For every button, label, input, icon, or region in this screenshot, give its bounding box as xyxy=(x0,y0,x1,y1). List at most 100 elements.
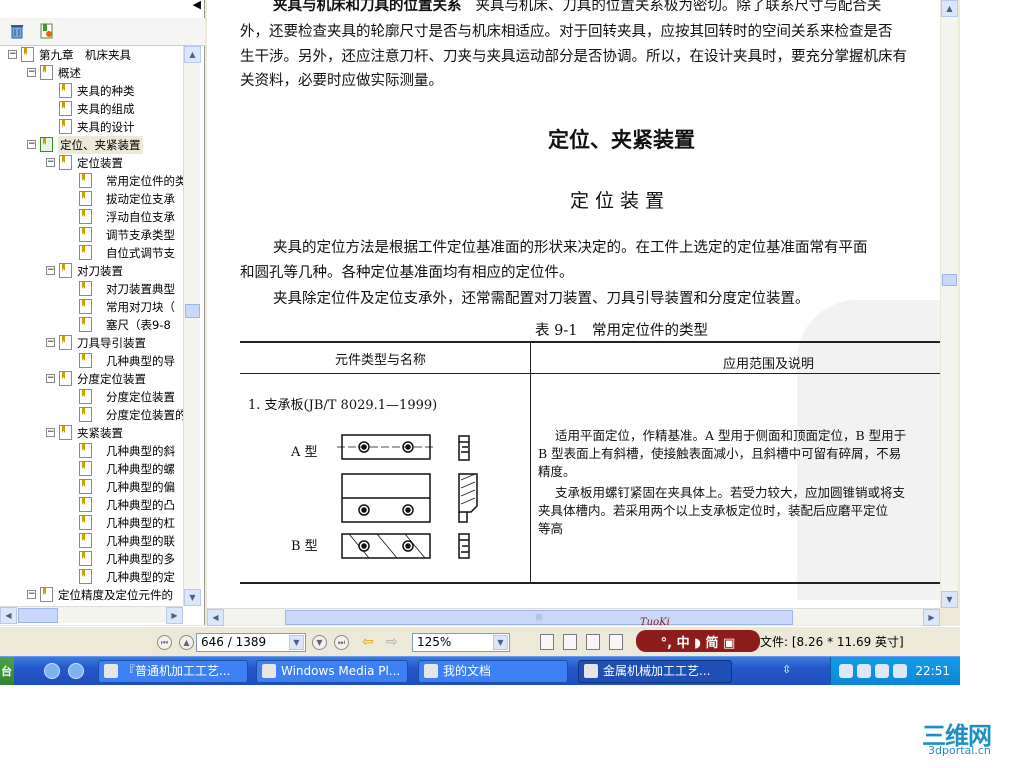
taskbar-button[interactable]: 我的文档 xyxy=(418,660,568,683)
document-vertical-scrollbar[interactable]: ▲ ▼ xyxy=(941,0,958,608)
bookmark-item[interactable]: − 夹紧装置 xyxy=(0,424,183,442)
taskbar-button[interactable]: 金属机械加工工艺... xyxy=(578,660,732,683)
bookmark-label: 第九章 机床夹具 xyxy=(39,48,131,62)
bookmark-item[interactable]: 几种典型的定 xyxy=(0,568,183,586)
continuous-view-icon[interactable] xyxy=(563,634,577,650)
last-page-icon[interactable]: ⏭ xyxy=(334,635,349,650)
zoom-field[interactable]: 125% ▼ xyxy=(412,633,510,652)
bookmark-page-icon xyxy=(79,191,92,206)
collapse-pane-button[interactable]: ◀ xyxy=(193,0,201,10)
pdf-page: 夹具与机床和刀具的位置关系 夹具与机床、刀具的位置关系极为密切。除了联系尺寸与配… xyxy=(207,0,940,608)
bookmark-page-icon xyxy=(79,515,92,530)
bookmark-label: 分度定位装置 xyxy=(106,390,175,404)
bookmark-item[interactable]: 拔动定位支承 xyxy=(0,190,183,208)
bookmark-item[interactable]: 几种典型的联 xyxy=(0,532,183,550)
forward-arrow-icon[interactable]: ⇨ xyxy=(386,635,402,649)
scroll-right-icon[interactable]: ▶ xyxy=(923,609,940,626)
previous-page-icon[interactable]: ▲ xyxy=(179,635,194,650)
collapse-toggle-icon[interactable]: − xyxy=(27,68,36,77)
chevron-down-icon[interactable]: ▼ xyxy=(493,635,508,650)
scroll-thumb[interactable] xyxy=(942,274,957,286)
browser-icon[interactable] xyxy=(68,663,84,679)
scroll-up-icon[interactable]: ▲ xyxy=(941,0,958,17)
tree-vertical-scrollbar[interactable]: ▲ ▼ xyxy=(183,46,201,606)
bookmark-item[interactable]: 几种典型的偏 xyxy=(0,478,183,496)
collapse-toggle-icon[interactable]: − xyxy=(46,158,55,167)
antivirus-icon[interactable] xyxy=(857,664,871,678)
bookmark-item[interactable]: 几种典型的凸 xyxy=(0,496,183,514)
continuous-facing-view-icon[interactable] xyxy=(609,634,623,650)
bookmark-item[interactable]: − 刀具导引装置 xyxy=(0,334,183,352)
bookmark-item[interactable]: 夹具的组成 xyxy=(0,100,183,118)
scroll-thumb[interactable]: ||| xyxy=(285,610,793,625)
bookmark-item[interactable]: 常用定位件的类 xyxy=(0,172,183,190)
new-bookmark-icon[interactable] xyxy=(38,22,56,40)
collapse-toggle-icon[interactable]: − xyxy=(27,140,36,149)
bookmark-page-icon xyxy=(59,83,72,98)
volume-icon[interactable] xyxy=(893,664,907,678)
document-horizontal-scrollbar[interactable]: ◀ ||| ▶ xyxy=(207,608,940,626)
scroll-down-icon[interactable]: ▼ xyxy=(941,591,958,608)
start-button[interactable]: 台 xyxy=(0,657,14,685)
bookmark-page-icon xyxy=(40,65,53,80)
collapse-toggle-icon[interactable]: − xyxy=(8,50,17,59)
bookmark-item[interactable]: 浮动自位支承 xyxy=(0,208,183,226)
bookmark-item[interactable]: − 定位、夹紧装置 xyxy=(0,136,183,154)
scroll-up-icon[interactable]: ▲ xyxy=(184,46,201,63)
bookmark-item[interactable]: − 对刀装置 xyxy=(0,262,183,280)
bookmark-item[interactable]: 常用对刀块（ xyxy=(0,298,183,316)
document-view[interactable]: 夹具与机床和刀具的位置关系 夹具与机床、刀具的位置关系极为密切。除了联系尺寸与配… xyxy=(207,0,940,608)
bookmark-item[interactable]: 对刀装置典型 xyxy=(0,280,183,298)
bookmark-item[interactable]: 调节支承类型 xyxy=(0,226,183,244)
bookmark-item[interactable]: 分度定位装置 xyxy=(0,388,183,406)
bookmark-label: 几种典型的杠 xyxy=(106,516,175,530)
bookmark-item[interactable]: − 定位精度及定位元件的 xyxy=(0,586,183,604)
table-caption: 表 9-1 常用定位件的类型 xyxy=(535,323,708,339)
bookmark-item[interactable]: 塞尺（表9-8 xyxy=(0,316,183,334)
taskbar-button[interactable]: 『普通机加工工艺... xyxy=(98,660,248,683)
bookmark-item[interactable]: 几种典型的导 xyxy=(0,352,183,370)
scroll-left-icon[interactable]: ◀ xyxy=(207,609,224,626)
bookmark-page-icon xyxy=(79,173,92,188)
desc-line3: 精度。 xyxy=(538,464,576,479)
next-page-icon[interactable]: ▼ xyxy=(312,635,327,650)
page-number-field[interactable]: 646 / 1389 ▼ xyxy=(196,633,306,652)
bookmark-item[interactable]: − 概述 xyxy=(0,64,183,82)
collapse-toggle-icon[interactable]: − xyxy=(27,590,36,599)
bookmark-item[interactable]: 夹具的设计 xyxy=(0,118,183,136)
bookmark-item[interactable]: 自位式调节支 xyxy=(0,244,183,262)
single-page-view-icon[interactable] xyxy=(540,634,554,650)
bookmark-item[interactable]: − 分度定位装置 xyxy=(0,370,183,388)
taskbar-button[interactable]: Windows Media Pl... xyxy=(256,660,408,683)
trash-icon[interactable] xyxy=(8,22,26,40)
network-icon[interactable] xyxy=(839,664,853,678)
tray-app-icon[interactable] xyxy=(875,664,889,678)
bookmark-item[interactable]: 几种典型的斜 xyxy=(0,442,183,460)
taskbar-scroll-icon[interactable]: ⇳ xyxy=(782,663,791,676)
tree-horizontal-scrollbar[interactable]: ◀ ▶ xyxy=(0,606,183,624)
collapse-toggle-icon[interactable]: − xyxy=(46,266,55,275)
scroll-thumb[interactable] xyxy=(18,608,58,623)
chevron-down-icon[interactable]: ▼ xyxy=(289,635,304,650)
bookmark-item[interactable]: 几种典型的螺 xyxy=(0,460,183,478)
first-page-icon[interactable]: ⏮ xyxy=(157,635,172,650)
collapse-toggle-icon[interactable]: − xyxy=(46,338,55,347)
scroll-left-icon[interactable]: ◀ xyxy=(0,607,17,624)
back-arrow-icon[interactable]: ⇦ xyxy=(362,635,378,649)
ime-toolbar[interactable]: °, 中 ◗ 简 ▣ xyxy=(636,630,760,652)
scroll-thumb[interactable] xyxy=(185,304,200,318)
scroll-down-icon[interactable]: ▼ xyxy=(184,589,201,606)
bookmark-item[interactable]: 夹具的种类 xyxy=(0,82,183,100)
ie-icon[interactable] xyxy=(44,663,60,679)
scroll-right-icon[interactable]: ▶ xyxy=(166,607,183,624)
col1-header: 元件类型与名称 xyxy=(335,353,427,368)
bookmark-page-icon xyxy=(79,551,92,566)
facing-view-icon[interactable] xyxy=(586,634,600,650)
collapse-toggle-icon[interactable]: − xyxy=(46,428,55,437)
bookmark-item[interactable]: − 定位装置 xyxy=(0,154,183,172)
collapse-toggle-icon[interactable]: − xyxy=(46,374,55,383)
bookmark-item[interactable]: 分度定位装置的 xyxy=(0,406,183,424)
bookmark-item[interactable]: − 第九章 机床夹具 xyxy=(0,46,183,64)
bookmark-item[interactable]: 几种典型的多 xyxy=(0,550,183,568)
bookmark-item[interactable]: 几种典型的杠 xyxy=(0,514,183,532)
